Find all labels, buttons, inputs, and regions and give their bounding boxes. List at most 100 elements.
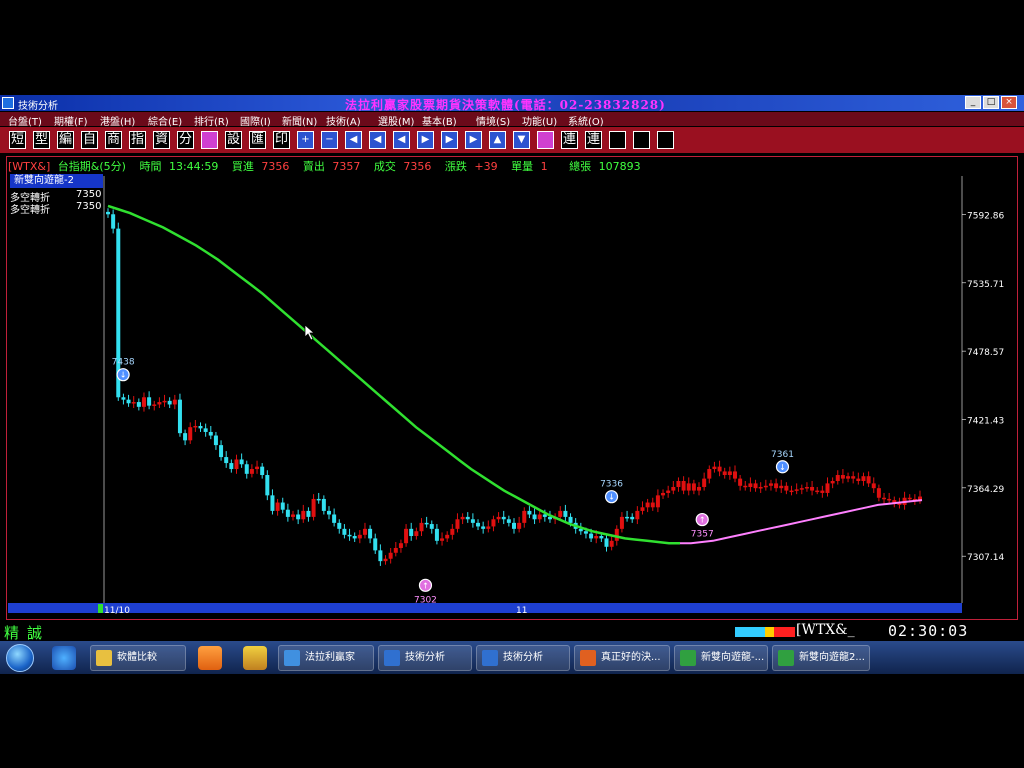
candle-body bbox=[121, 397, 126, 400]
candle-body bbox=[707, 469, 712, 479]
candle-body bbox=[512, 522, 516, 529]
candle-body bbox=[152, 404, 157, 406]
candle-body bbox=[270, 495, 275, 511]
candle-body bbox=[342, 528, 347, 535]
candle-body bbox=[851, 476, 856, 479]
candle-body bbox=[671, 486, 676, 491]
taskbar-item[interactable]: 法拉利贏家 bbox=[278, 645, 374, 671]
candle-body bbox=[455, 519, 460, 529]
mouse-cursor-icon bbox=[304, 324, 316, 341]
candle-body bbox=[383, 558, 388, 562]
candle-body bbox=[594, 536, 599, 539]
candle-body bbox=[326, 510, 331, 515]
candle-body bbox=[409, 528, 414, 537]
candle-body bbox=[249, 469, 254, 474]
candle-body bbox=[784, 485, 789, 491]
candle-body bbox=[712, 466, 717, 470]
window-icon bbox=[778, 650, 794, 666]
candle-body bbox=[830, 481, 835, 484]
signal-label: 7302 bbox=[414, 595, 437, 605]
candle-body bbox=[419, 522, 424, 532]
candle-body bbox=[604, 538, 609, 547]
candle-body bbox=[609, 540, 614, 547]
taskbar-item-label: 技術分析 bbox=[503, 652, 543, 663]
candle-body bbox=[460, 516, 465, 520]
taskbar-item[interactable]: 新雙向遊龍2... bbox=[772, 645, 870, 671]
taskbar-item-label: 軟體比較 bbox=[117, 652, 157, 663]
candle-body bbox=[296, 514, 301, 520]
y-tick-label: 7478.57 bbox=[967, 348, 1004, 358]
candle-body bbox=[691, 483, 696, 491]
candle-body bbox=[203, 428, 208, 432]
candle-body bbox=[820, 490, 825, 493]
candle-body bbox=[532, 514, 537, 520]
candle-body bbox=[285, 509, 290, 517]
candle-body bbox=[789, 490, 794, 493]
candle-body bbox=[414, 531, 419, 537]
candle-body bbox=[265, 475, 270, 496]
candle-body bbox=[835, 475, 840, 481]
candle-body bbox=[537, 514, 542, 520]
candle-body bbox=[640, 507, 645, 511]
candle-body bbox=[131, 402, 136, 404]
candle-body bbox=[193, 425, 198, 428]
candle-body bbox=[147, 397, 152, 406]
signal-arrow: ↑ bbox=[699, 516, 706, 525]
candle-body bbox=[357, 534, 362, 539]
candle-body bbox=[779, 485, 784, 489]
candle-body bbox=[162, 400, 167, 403]
taskbar-item-label: 法拉利贏家 bbox=[305, 652, 355, 663]
candle-body bbox=[727, 471, 732, 476]
price-chart[interactable]: 7592.86 7535.71 7478.57 7421.43 7364.29 7307.… bbox=[0, 0, 1024, 640]
candle-body bbox=[702, 478, 707, 487]
candle-body bbox=[476, 522, 481, 527]
candle-body bbox=[768, 483, 773, 486]
y-tick-label: 7421.43 bbox=[967, 416, 1004, 426]
candle-body bbox=[347, 534, 352, 537]
candle-body bbox=[722, 471, 727, 476]
candle-body bbox=[440, 538, 445, 541]
signal-light-bar bbox=[735, 627, 795, 637]
candle-body bbox=[753, 483, 758, 489]
taskbar-item[interactable]: 技術分析 bbox=[476, 645, 570, 671]
taskbar-item[interactable]: 新雙向遊龍-... bbox=[674, 645, 768, 671]
candle-body bbox=[373, 538, 378, 551]
taskbar-item-label: 技術分析 bbox=[405, 652, 445, 663]
candle-body bbox=[887, 498, 892, 501]
candle-body bbox=[506, 519, 511, 523]
candle-body bbox=[450, 528, 455, 535]
candle-body bbox=[563, 510, 568, 517]
candle-body bbox=[111, 214, 116, 229]
candle-body bbox=[655, 495, 660, 508]
candle-body bbox=[188, 427, 193, 441]
candle-body bbox=[840, 475, 845, 479]
taskbar-item[interactable]: 軟體比較 bbox=[90, 645, 186, 671]
candle-body bbox=[306, 510, 311, 517]
candle-body bbox=[213, 435, 218, 446]
candle-body bbox=[481, 526, 486, 529]
candle-body bbox=[229, 463, 234, 470]
candle-body bbox=[614, 528, 619, 541]
ie-icon[interactable] bbox=[52, 646, 76, 670]
candle-body bbox=[589, 533, 594, 539]
start-button[interactable] bbox=[6, 644, 34, 672]
candle-body bbox=[743, 485, 748, 488]
candle-body bbox=[496, 516, 501, 520]
window-icon bbox=[580, 650, 596, 666]
y-tick-label: 7307.14 bbox=[967, 553, 1004, 563]
taskbar-item[interactable]: 技術分析 bbox=[378, 645, 472, 671]
app-launcher-icon[interactable] bbox=[243, 646, 267, 670]
window-icon bbox=[384, 650, 400, 666]
media-player-icon[interactable] bbox=[198, 646, 222, 670]
candle-body bbox=[388, 552, 393, 559]
candle-body bbox=[219, 445, 224, 458]
candle-body bbox=[738, 478, 743, 486]
vendor-text: 精誠 bbox=[4, 624, 51, 642]
taskbar-item[interactable]: 真正好的決... bbox=[574, 645, 670, 671]
candle-body bbox=[486, 526, 491, 529]
candle-body bbox=[732, 471, 737, 479]
candle-body bbox=[311, 498, 316, 517]
window-icon bbox=[284, 650, 300, 666]
candle-body bbox=[491, 519, 496, 527]
candle-body bbox=[501, 516, 506, 520]
